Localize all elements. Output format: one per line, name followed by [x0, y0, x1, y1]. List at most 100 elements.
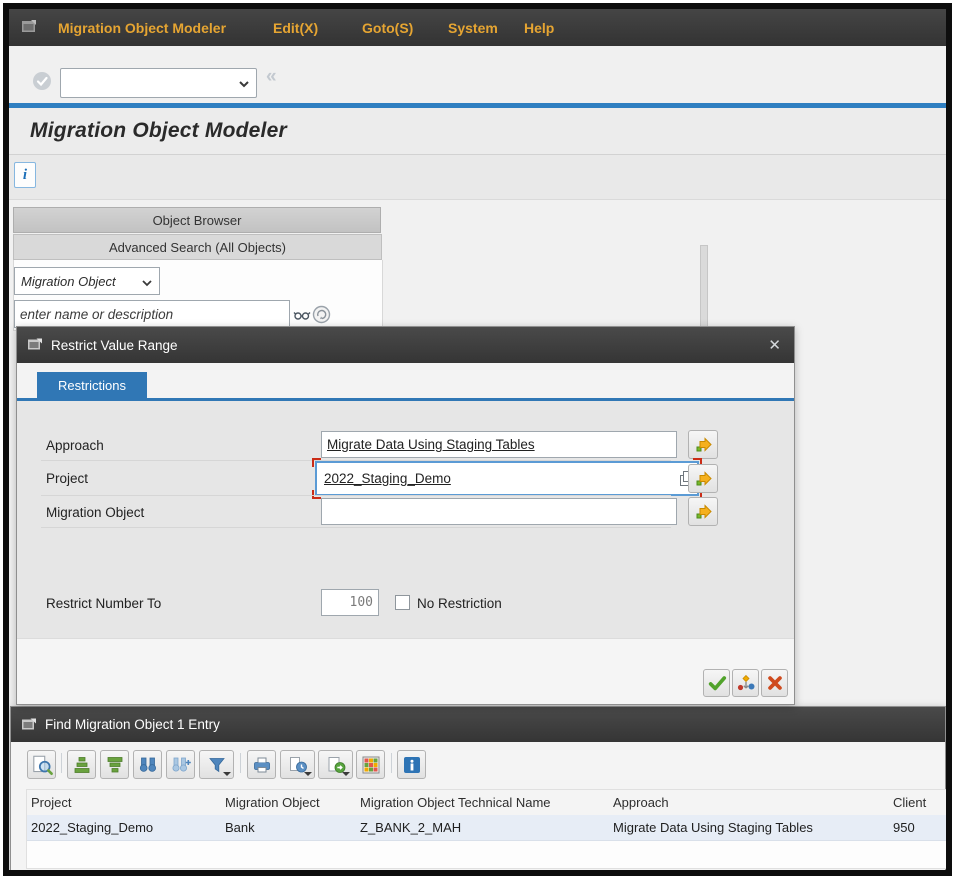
dialog-title-bar[interactable]: Restrict Value Range ✕	[17, 327, 794, 363]
results-title: Find Migration Object 1 Entry	[45, 717, 220, 732]
multiple-selection-arrows-icon	[736, 673, 756, 693]
list-info-button[interactable]	[397, 750, 426, 779]
start-search-button[interactable]	[293, 302, 311, 326]
tab-underline	[17, 398, 794, 401]
cell-value: 2022_Staging_Demo	[31, 820, 153, 835]
chevron-down-icon[interactable]	[238, 78, 250, 90]
tab-restrictions[interactable]: Restrictions	[37, 372, 147, 398]
table-cell-approach[interactable]: Migrate Data Using Staging Tables	[609, 815, 898, 841]
column-header-label: Project	[31, 795, 71, 810]
restrict-number-input[interactable]	[321, 589, 379, 616]
search-category-dropdown[interactable]: Migration Object	[14, 267, 160, 295]
advanced-search-title: Advanced Search (All Objects)	[109, 240, 286, 255]
glasses-icon	[293, 305, 311, 323]
table-cell-project[interactable]: 2022_Staging_Demo	[27, 815, 230, 841]
details-button[interactable]	[27, 750, 56, 779]
restrict-value-range-dialog: Restrict Value Range ✕ Restrictions Appr…	[16, 326, 795, 705]
sort-ascending-icon	[71, 754, 93, 776]
background-splitter	[700, 245, 708, 327]
project-field-focus	[315, 461, 699, 496]
layout-grid-icon	[360, 754, 382, 776]
column-header-label: Migration Object Technical Name	[360, 795, 551, 810]
column-header-approach[interactable]: Approach	[609, 790, 898, 816]
multiple-selection-icon	[694, 469, 713, 488]
restrict-number-label: Restrict Number To	[46, 589, 161, 617]
dialog-close-button[interactable]: ✕	[768, 336, 781, 354]
collapse-toolbar-chevrons[interactable]: «	[266, 66, 277, 88]
column-header-technical-name[interactable]: Migration Object Technical Name	[356, 790, 618, 816]
table-cell-technical-name[interactable]: Z_BANK_2_MAH	[356, 815, 618, 841]
approach-multiple-selection-button[interactable]	[688, 430, 718, 459]
table-cell-client[interactable]: 950	[889, 815, 946, 841]
dropdown-arrow	[304, 772, 312, 776]
column-header-label: Approach	[613, 795, 669, 810]
column-header-label: Client	[893, 795, 926, 810]
table-cell-migration-object[interactable]: Bank	[221, 815, 365, 841]
info-button[interactable]: i	[14, 162, 36, 188]
window-icon	[21, 718, 37, 732]
search-input[interactable]	[14, 300, 290, 328]
sort-ascending-button[interactable]	[67, 750, 96, 779]
reset-search-button[interactable]	[312, 302, 332, 326]
reset-circle-icon	[312, 305, 331, 324]
sort-descending-button[interactable]	[100, 750, 129, 779]
chevron-down-icon[interactable]	[141, 277, 153, 289]
project-label: Project	[46, 464, 88, 492]
column-header-label: Migration Object	[225, 795, 320, 810]
green-check-icon	[707, 673, 727, 693]
details-magnifier-icon	[30, 753, 54, 777]
application-toolbar: i	[9, 155, 946, 200]
migration-object-multiple-selection-button[interactable]	[688, 497, 718, 526]
dropdown-arrow	[223, 772, 231, 776]
column-header-migration-object[interactable]: Migration Object	[221, 790, 365, 816]
column-header-client[interactable]: Client	[889, 790, 946, 816]
results-table: Project Migration Object Migration Objec…	[26, 789, 946, 869]
page-title: Migration Object Modeler	[30, 119, 287, 143]
enter-button[interactable]	[31, 70, 53, 92]
menu-item-system[interactable]: System	[448, 9, 498, 46]
info-square-icon	[401, 754, 423, 776]
project-multiple-selection-button[interactable]	[688, 464, 718, 493]
screen-content: Migration Object Modeler Edit(X) Goto(S)…	[9, 9, 946, 876]
migration-object-input[interactable]	[321, 498, 677, 525]
export-button[interactable]	[318, 750, 353, 779]
toolbar-separator	[391, 753, 392, 773]
toolbar-separator	[61, 753, 62, 773]
approach-label: Approach	[46, 431, 104, 459]
views-button[interactable]	[280, 750, 315, 779]
menu-bar: Migration Object Modeler Edit(X) Goto(S)…	[9, 9, 946, 46]
printer-icon	[251, 754, 273, 776]
no-restriction-checkbox[interactable]	[395, 595, 410, 610]
project-input[interactable]	[322, 466, 678, 491]
find-in-list-button[interactable]	[133, 750, 162, 779]
sort-descending-icon	[104, 754, 126, 776]
binoculars-next-icon	[170, 754, 192, 776]
cancel-dialog-button[interactable]	[761, 669, 788, 697]
sap-gui-screen: Migration Object Modeler Edit(X) Goto(S)…	[0, 0, 961, 882]
print-list-button[interactable]	[247, 750, 276, 779]
column-header-project[interactable]: Project	[27, 790, 230, 816]
menu-item-migration-object-modeler[interactable]: Migration Object Modeler	[58, 9, 226, 46]
results-title-bar[interactable]: Find Migration Object 1 Entry	[11, 707, 945, 742]
multiple-selection-icon	[694, 502, 713, 521]
filter-button[interactable]	[199, 750, 234, 779]
layout-button[interactable]	[356, 750, 385, 779]
menu-item-goto[interactable]: Goto(S)	[362, 9, 413, 46]
menu-item-edit[interactable]: Edit(X)	[273, 9, 318, 46]
info-icon: i	[23, 167, 27, 184]
object-browser-header[interactable]: Object Browser	[13, 207, 381, 233]
approach-input[interactable]	[321, 431, 677, 458]
find-next-in-list-button[interactable]	[166, 750, 195, 779]
command-field[interactable]	[60, 68, 257, 98]
multiple-selection-dialog-button[interactable]	[732, 669, 759, 697]
confirm-button[interactable]	[703, 669, 730, 697]
binoculars-icon	[137, 754, 159, 776]
command-input[interactable]	[63, 71, 231, 95]
tab-restrictions-label: Restrictions	[58, 378, 126, 393]
cell-value: Migrate Data Using Staging Tables	[613, 820, 813, 835]
window-icon[interactable]	[21, 19, 39, 35]
title-row: Migration Object Modeler	[9, 108, 946, 155]
menu-item-help[interactable]: Help	[524, 9, 554, 46]
advanced-search-header[interactable]: Advanced Search (All Objects)	[13, 234, 382, 260]
search-category-value: Migration Object	[21, 274, 116, 289]
